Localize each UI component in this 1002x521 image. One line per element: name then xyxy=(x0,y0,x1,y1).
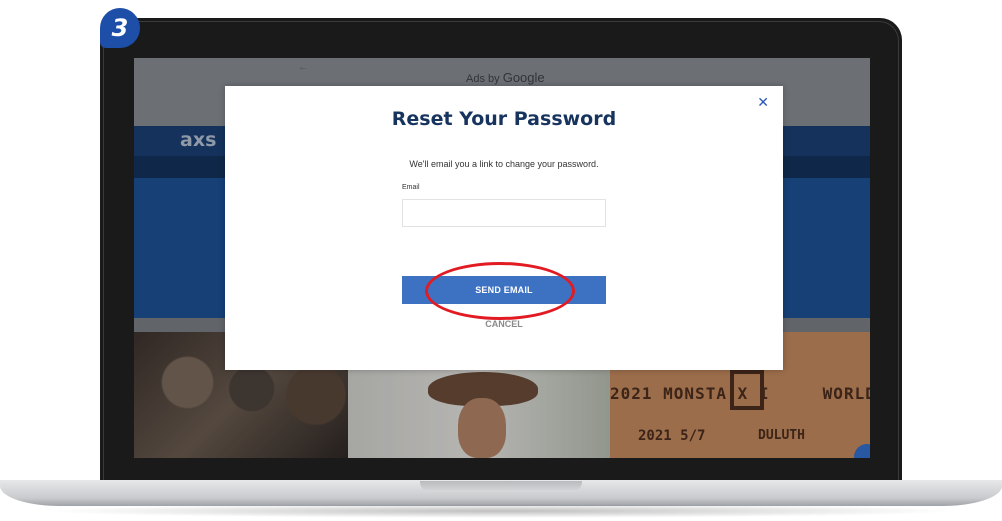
modal-description: We'll email you a link to change your pa… xyxy=(409,159,599,169)
laptop-screen: ← Ads by Google axs 2021 MONSTA X I WORL… xyxy=(134,58,870,458)
reset-password-modal: ✕ Reset Your Password We'll email you a … xyxy=(225,86,783,370)
cancel-link[interactable]: CANCEL xyxy=(402,319,606,329)
step-number-badge: 3 xyxy=(100,8,140,48)
email-label: Email xyxy=(402,184,420,191)
modal-title: Reset Your Password xyxy=(391,108,617,130)
laptop-notch xyxy=(420,481,582,492)
email-field[interactable] xyxy=(402,199,606,227)
laptop-shadow xyxy=(40,504,962,518)
send-email-button[interactable]: SEND EMAIL xyxy=(402,276,606,304)
